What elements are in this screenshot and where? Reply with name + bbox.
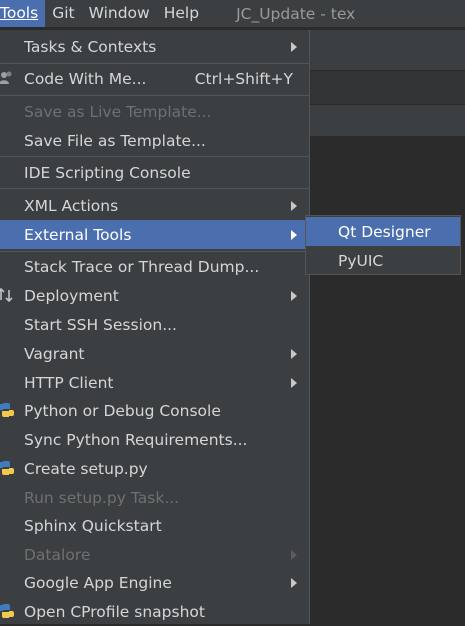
menu-item-http-client[interactable]: HTTP Client <box>0 368 309 397</box>
toolbar-area <box>300 30 465 70</box>
menu-item-run-setup-py-task[interactable]: Run setup.py Task... <box>0 483 309 512</box>
external-tools-submenu: Qt Designer PyUIC <box>305 215 461 275</box>
menu-item-save-live-template[interactable]: Save as Live Template... <box>0 97 309 126</box>
menu-item-label: Save File as Template... <box>24 131 206 150</box>
menu-item-tasks-contexts[interactable]: Tasks & Contexts <box>0 32 309 61</box>
menu-item-label: Deployment <box>24 286 119 305</box>
menu-item-vagrant[interactable]: Vagrant <box>0 339 309 368</box>
menu-window-label: Window <box>88 4 150 22</box>
menu-separator <box>0 95 309 96</box>
menu-item-label: Sphinx Quickstart <box>24 516 162 535</box>
menu-item-sync-python-requirements[interactable]: Sync Python Requirements... <box>0 425 309 454</box>
menu-tools-label: Tools <box>0 4 39 22</box>
submenu-arrow-icon <box>291 291 297 301</box>
menu-item-stack-trace[interactable]: Stack Trace or Thread Dump... <box>0 252 309 281</box>
breadcrumb-area <box>300 104 465 137</box>
python-icon <box>0 604 14 618</box>
menu-item-label: Python or Debug Console <box>24 401 221 420</box>
menu-item-xml-actions[interactable]: XML Actions <box>0 191 309 220</box>
menu-item-label: Create setup.py <box>24 459 148 478</box>
menu-item-sphinx-quickstart[interactable]: Sphinx Quickstart <box>0 511 309 540</box>
menu-item-label: Stack Trace or Thread Dump... <box>24 257 260 276</box>
menu-item-label: HTTP Client <box>24 373 114 392</box>
menu-tools[interactable]: Tools <box>0 0 46 27</box>
menubar: Tools Git Window Help JC_Update - tex <box>0 0 465 27</box>
menu-item-start-ssh-session[interactable]: Start SSH Session... <box>0 310 309 339</box>
menu-item-label: Google App Engine <box>24 573 172 592</box>
menu-item-datalore[interactable]: Datalore <box>0 540 309 569</box>
menu-item-label: Open CProfile snapshot <box>24 602 205 621</box>
menu-item-deployment[interactable]: Deployment <box>0 281 309 310</box>
menu-item-label: Save as Live Template... <box>24 102 212 121</box>
submenu-arrow-icon <box>291 349 297 359</box>
menu-item-label: Datalore <box>24 545 91 564</box>
deployment-icon <box>0 287 13 303</box>
menu-item-label: Start SSH Session... <box>24 315 177 334</box>
menu-help[interactable]: Help <box>157 0 206 27</box>
window-title: JC_Update - tex <box>236 4 356 23</box>
menu-item-label: Tasks & Contexts <box>24 37 157 56</box>
submenu-item-label: PyUIC <box>338 251 384 270</box>
tools-menu: Tasks & Contexts Code With Me... Ctrl+Sh… <box>0 30 310 624</box>
menu-item-google-app-engine[interactable]: Google App Engine <box>0 568 309 597</box>
menu-git[interactable]: Git <box>45 0 81 27</box>
submenu-arrow-icon <box>291 230 297 240</box>
menu-item-save-file-template[interactable]: Save File as Template... <box>0 126 309 155</box>
submenu-item-qt-designer[interactable]: Qt Designer <box>306 217 460 246</box>
submenu-arrow-icon <box>291 578 297 588</box>
menu-item-label: Run setup.py Task... <box>24 488 180 507</box>
submenu-arrow-icon <box>291 550 297 560</box>
menu-item-create-setup-py[interactable]: Create setup.py <box>0 454 309 483</box>
menu-item-python-debug-console[interactable]: Python or Debug Console <box>0 396 309 425</box>
python-icon <box>0 461 14 475</box>
menu-item-label: Code With Me... <box>24 69 147 88</box>
menu-item-open-cprofile-snapshot[interactable]: Open CProfile snapshot <box>0 597 309 626</box>
menu-item-label: IDE Scripting Console <box>24 163 191 182</box>
menu-item-code-with-me[interactable]: Code With Me... Ctrl+Shift+Y <box>0 64 309 93</box>
menu-separator <box>0 156 309 157</box>
editor-area <box>300 136 465 624</box>
menu-item-label: XML Actions <box>24 196 119 215</box>
menu-item-label: Vagrant <box>24 344 85 363</box>
submenu-arrow-icon <box>291 42 297 52</box>
menu-item-label: Sync Python Requirements... <box>24 430 248 449</box>
submenu-arrow-icon <box>291 201 297 211</box>
code-with-me-icon <box>0 71 12 84</box>
python-icon <box>0 403 14 417</box>
submenu-item-pyuic[interactable]: PyUIC <box>306 246 460 275</box>
tab-bar-area <box>300 70 465 105</box>
menu-window[interactable]: Window <box>82 0 157 27</box>
menu-help-label: Help <box>163 4 200 22</box>
menu-separator <box>0 188 309 189</box>
submenu-arrow-icon <box>291 378 297 388</box>
menu-item-external-tools[interactable]: External Tools <box>0 220 309 249</box>
menu-item-label: External Tools <box>24 225 132 244</box>
shortcut-label: Ctrl+Shift+Y <box>194 69 293 88</box>
menu-item-ide-scripting-console[interactable]: IDE Scripting Console <box>0 158 309 187</box>
menu-git-label: Git <box>52 4 75 22</box>
submenu-item-label: Qt Designer <box>338 222 431 241</box>
